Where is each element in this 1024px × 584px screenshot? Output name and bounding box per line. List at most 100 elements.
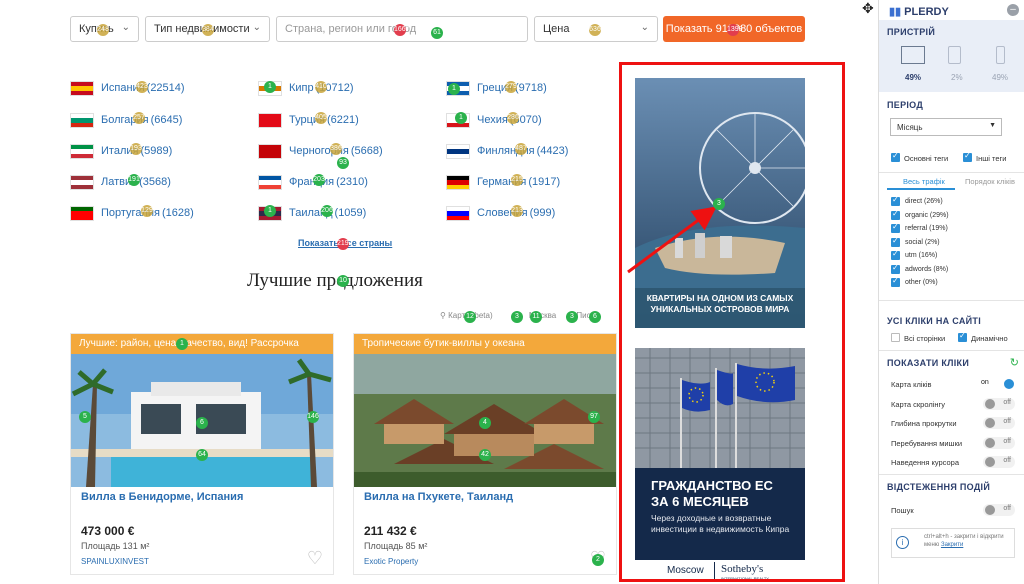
card-title[interactable]: Вилла в Бенидорме, Испания <box>81 491 243 503</box>
country-count: (6645) <box>150 114 183 126</box>
source-label: social (2%) <box>905 238 940 246</box>
card-agent[interactable]: SPAINLUXINVEST <box>81 557 149 566</box>
heatmap-dot: 1 <box>264 81 276 93</box>
heatmap-dot: 6 <box>196 417 208 429</box>
flag-icon <box>446 144 470 159</box>
card-price: 473 000 € <box>81 524 135 538</box>
flag-icon <box>258 175 282 190</box>
mobile-icon[interactable] <box>996 46 1005 64</box>
country-count: (1628) <box>161 207 194 219</box>
source-checkbox[interactable] <box>891 276 900 287</box>
heatmap-dot: 10 <box>337 275 349 287</box>
heatmap-dot: 1398 <box>727 24 743 36</box>
card-title[interactable]: Вилла на Пхукете, Таиланд <box>364 491 513 503</box>
flag-icon <box>258 144 282 159</box>
heatmap-dot: 405 <box>315 112 327 124</box>
flag-icon <box>446 206 470 221</box>
plerdy-brand: PLERDY <box>904 6 949 18</box>
close-link[interactable]: Закрити <box>941 542 963 548</box>
country-count: (9718) <box>514 82 547 94</box>
heatmap-dot: 384 <box>202 24 214 36</box>
heatmap-dot: 11 <box>530 311 542 323</box>
source-checkbox[interactable] <box>891 209 900 220</box>
card-area: Площадь 85 м² <box>364 541 428 551</box>
flag-icon <box>258 113 282 128</box>
ad-highlight-frame <box>619 62 845 582</box>
other-tags-label: Інші теги <box>976 154 1007 163</box>
heatmap-dot: 1 <box>448 83 460 95</box>
toggle-switch[interactable]: off <box>983 436 1015 449</box>
refresh-icon[interactable]: ↻ <box>1010 356 1019 369</box>
card-price: 211 432 € <box>364 524 417 538</box>
heatmap-dot: 203 <box>313 174 325 186</box>
source-label: adwords (8%) <box>905 265 949 273</box>
caret-down-icon: ▼ <box>989 122 996 129</box>
source-checkbox[interactable] <box>891 195 900 206</box>
heatmap-dot: 93 <box>337 157 349 169</box>
price-select-label: Цена <box>543 23 570 35</box>
dynamic-checkbox[interactable] <box>958 331 967 342</box>
other-tags-checkbox[interactable] <box>963 151 972 162</box>
heatmap-dot: 129 <box>141 205 153 217</box>
source-checkbox[interactable] <box>891 249 900 260</box>
heatmap-dot: 5 <box>79 411 91 423</box>
heatmap-dot: 146 <box>307 411 319 423</box>
heatmap-dot: 191 <box>128 174 140 186</box>
heatmap-dot: 257 <box>133 112 145 124</box>
heatmap-dot: 4 <box>479 417 491 429</box>
country-count: (1059) <box>334 207 367 219</box>
heatmap-dot: 1 <box>455 112 467 124</box>
flag-icon <box>70 144 94 159</box>
tab-all-traffic[interactable]: Весь трафік <box>903 177 945 186</box>
tablet-icon[interactable] <box>948 46 961 64</box>
country-count: (999) <box>529 207 556 219</box>
heatmap-dot: 12 <box>464 311 476 323</box>
heatmap-dot: 3 <box>511 311 523 323</box>
map-pin-icon: ⚲ <box>440 311 446 320</box>
source-checkbox[interactable] <box>891 263 900 274</box>
all-pages-checkbox[interactable] <box>891 333 900 342</box>
minimize-icon[interactable]: – <box>1007 4 1019 16</box>
desktop-icon[interactable] <box>901 46 925 64</box>
search-toggle[interactable]: off <box>983 504 1015 516</box>
card-agent[interactable]: Exotic Property <box>364 557 418 566</box>
flag-icon <box>70 81 94 96</box>
hint-box: i ctrl+alt+h - закрити і відкрити меню З… <box>891 528 1015 558</box>
all-clicks-title: УСІ КЛІКИ НА САЙТІ <box>887 316 982 326</box>
tab-click-order[interactable]: Порядок кліків <box>965 177 1015 186</box>
main-tags-checkbox[interactable] <box>891 151 900 162</box>
period-select[interactable]: Місяць ▼ <box>890 118 1002 136</box>
plerdy-bars-icon: ▮▮ <box>889 6 902 18</box>
chevron-down-icon: ⌄ <box>121 22 130 33</box>
toggle-switch[interactable]: off <box>983 417 1015 429</box>
toggle-switch[interactable]: on <box>981 378 1015 390</box>
toggle-switch[interactable]: off <box>983 397 1015 410</box>
country-count: (6221) <box>327 114 359 126</box>
source-checkbox[interactable] <box>891 236 900 247</box>
toggle-label: Перебування мишки <box>891 438 963 448</box>
country-count: (2310) <box>336 176 368 188</box>
toggle-label: Глибина прокрутки <box>891 419 957 428</box>
toggle-switch[interactable]: off <box>983 456 1015 468</box>
source-checkbox[interactable] <box>891 222 900 233</box>
best-offers-title: Лучшие предложения <box>247 270 423 291</box>
heatmap-dot: 423 <box>136 81 148 93</box>
tablet-pct: 2% <box>951 73 963 82</box>
country-count: (5989) <box>140 145 173 157</box>
heatmap-dot: 64 <box>196 449 208 461</box>
heatmap-dot: 636 <box>589 24 601 36</box>
heatmap-dot: 286 <box>507 112 519 124</box>
chevron-down-icon: ⌄ <box>252 22 261 33</box>
country-count: (3568) <box>139 176 171 188</box>
heatmap-dot: 61 <box>431 27 443 39</box>
source-label: referral (19%) <box>905 225 948 232</box>
country-count: (22514) <box>146 82 185 94</box>
heart-icon[interactable]: ♡ <box>307 548 323 569</box>
search-toggle-label: Пошук <box>891 506 914 515</box>
heatmap-dot: 3 <box>713 198 725 210</box>
country-label: Франция <box>289 176 335 188</box>
heatmap-dot: 206 <box>321 205 333 217</box>
plerdy-panel: ▮▮ PLERDY – ПРИСТРІЙ 49% 2% 49% ПЕРІОД М… <box>878 0 1024 584</box>
flag-icon <box>70 206 94 221</box>
heatmap-dot: 6 <box>589 311 601 323</box>
